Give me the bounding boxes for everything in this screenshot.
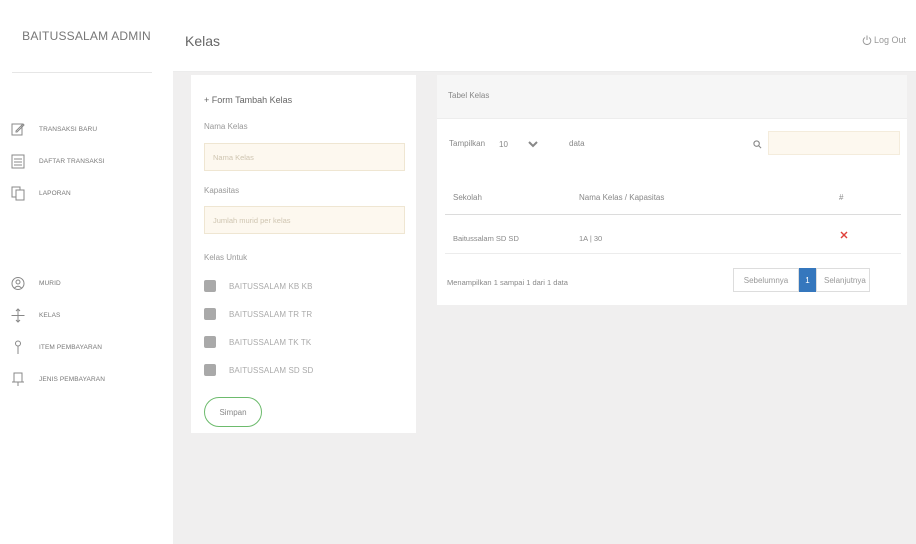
search-icon (753, 140, 762, 149)
sidebar-item-laporan[interactable]: LAPORAN (0, 180, 173, 206)
data-label: data (569, 139, 585, 148)
delete-icon[interactable] (839, 230, 849, 240)
brand-title: BAITUSSALAM ADMIN (22, 29, 151, 43)
cell-nama-kapasitas: 1A | 30 (579, 234, 603, 243)
sidebar-item-jenis-pembayaran[interactable]: JENIS PEMBAYARAN (0, 366, 173, 392)
kelas-untuk-option-tk[interactable]: BAITUSSALAM TK TK (204, 336, 311, 348)
column-header-action: # (839, 193, 844, 202)
kelas-untuk-option-sd[interactable]: BAITUSSALAM SD SD (204, 364, 313, 376)
search-input[interactable] (768, 131, 900, 155)
prev-page-button[interactable]: Sebelumnya (733, 268, 799, 292)
sidebar-item-label: LAPORAN (39, 189, 71, 197)
sidebar-item-label: DAFTAR TRANSAKSI (39, 157, 105, 165)
sidebar-item-label: ITEM PEMBAYARAN (39, 343, 103, 351)
copy-icon (11, 185, 25, 201)
sidebar-item-label: TRANSAKSI BARU (39, 125, 98, 133)
sidebar-item-kelas[interactable]: KELAS (0, 302, 173, 328)
edit-icon (11, 121, 25, 137)
sidebar-item-item-pembayaran[interactable]: ITEM PEMBAYARAN (0, 334, 173, 360)
table-card: Tabel Kelas Tampilkan 10 data Sekolah Na… (437, 75, 907, 305)
sidebar: BAITUSSALAM ADMIN TRANSAKSI BARU DAFTAR … (0, 0, 173, 544)
option-label: BAITUSSALAM TR TR (229, 309, 313, 319)
table-card-title: Tabel Kelas (448, 91, 490, 100)
form-title: + Form Tambah Kelas (204, 95, 293, 105)
nama-kelas-label: Nama Kelas (204, 122, 248, 131)
kelas-untuk-option-tr[interactable]: BAITUSSALAM TR TR (204, 308, 312, 320)
next-page-button[interactable]: Selanjutnya (816, 268, 870, 292)
pagination: Sebelumnya 1 Selanjutnya (733, 268, 870, 292)
column-header-sekolah[interactable]: Sekolah (453, 193, 482, 202)
row-divider (445, 253, 901, 254)
pin-icon (11, 339, 25, 355)
page-1-button[interactable]: 1 (799, 268, 816, 292)
cell-sekolah: Baitussalam SD SD (453, 234, 519, 243)
sidebar-item-murid[interactable]: MURID (0, 270, 173, 296)
entries-select[interactable]: 10 (495, 136, 541, 152)
power-icon (862, 35, 872, 45)
kapasitas-input[interactable] (204, 206, 405, 234)
kelas-untuk-option-kb[interactable]: BAITUSSALAM KB KB (204, 280, 313, 292)
bookmark-icon (11, 371, 25, 387)
checkbox[interactable] (204, 308, 216, 320)
kelas-untuk-label: Kelas Untuk (204, 253, 248, 262)
sidebar-item-daftar-transaksi[interactable]: DAFTAR TRANSAKSI (0, 148, 173, 174)
option-label: BAITUSSALAM TK TK (229, 337, 312, 347)
page-title: Kelas (185, 33, 221, 49)
sidebar-item-label: KELAS (39, 311, 61, 319)
option-label: BAITUSSALAM KB KB (229, 281, 313, 291)
user-icon (11, 275, 25, 291)
logout-label: Log Out (873, 35, 906, 45)
header-divider (445, 214, 901, 215)
show-entries-label: Tampilkan (449, 139, 486, 148)
sidebar-item-label: JENIS PEMBAYARAN (39, 375, 106, 383)
logout-button[interactable]: Log Out (862, 35, 906, 45)
checkbox[interactable] (204, 364, 216, 376)
kapasitas-label: Kapasitas (204, 186, 240, 195)
checkbox[interactable] (204, 336, 216, 348)
column-header-nama-kapasitas[interactable]: Nama Kelas / Kapasitas (579, 193, 664, 202)
save-button[interactable]: Simpan (204, 397, 262, 427)
form-card: + Form Tambah Kelas Nama Kelas Kapasitas… (191, 75, 416, 433)
table-card-header: Tabel Kelas (437, 75, 907, 119)
nama-kelas-input[interactable] (204, 143, 405, 171)
brand-divider (12, 72, 152, 73)
checkbox[interactable] (204, 280, 216, 292)
move-icon (11, 307, 25, 323)
sidebar-item-label: MURID (39, 279, 61, 287)
option-label: BAITUSSALAM SD SD (229, 365, 314, 375)
list-icon (11, 153, 25, 169)
table-info: Menampilkan 1 sampai 1 dari 1 data (447, 278, 568, 287)
top-bar: Kelas Log Out (173, 0, 916, 72)
sidebar-item-transaksi-baru[interactable]: TRANSAKSI BARU (0, 116, 173, 142)
